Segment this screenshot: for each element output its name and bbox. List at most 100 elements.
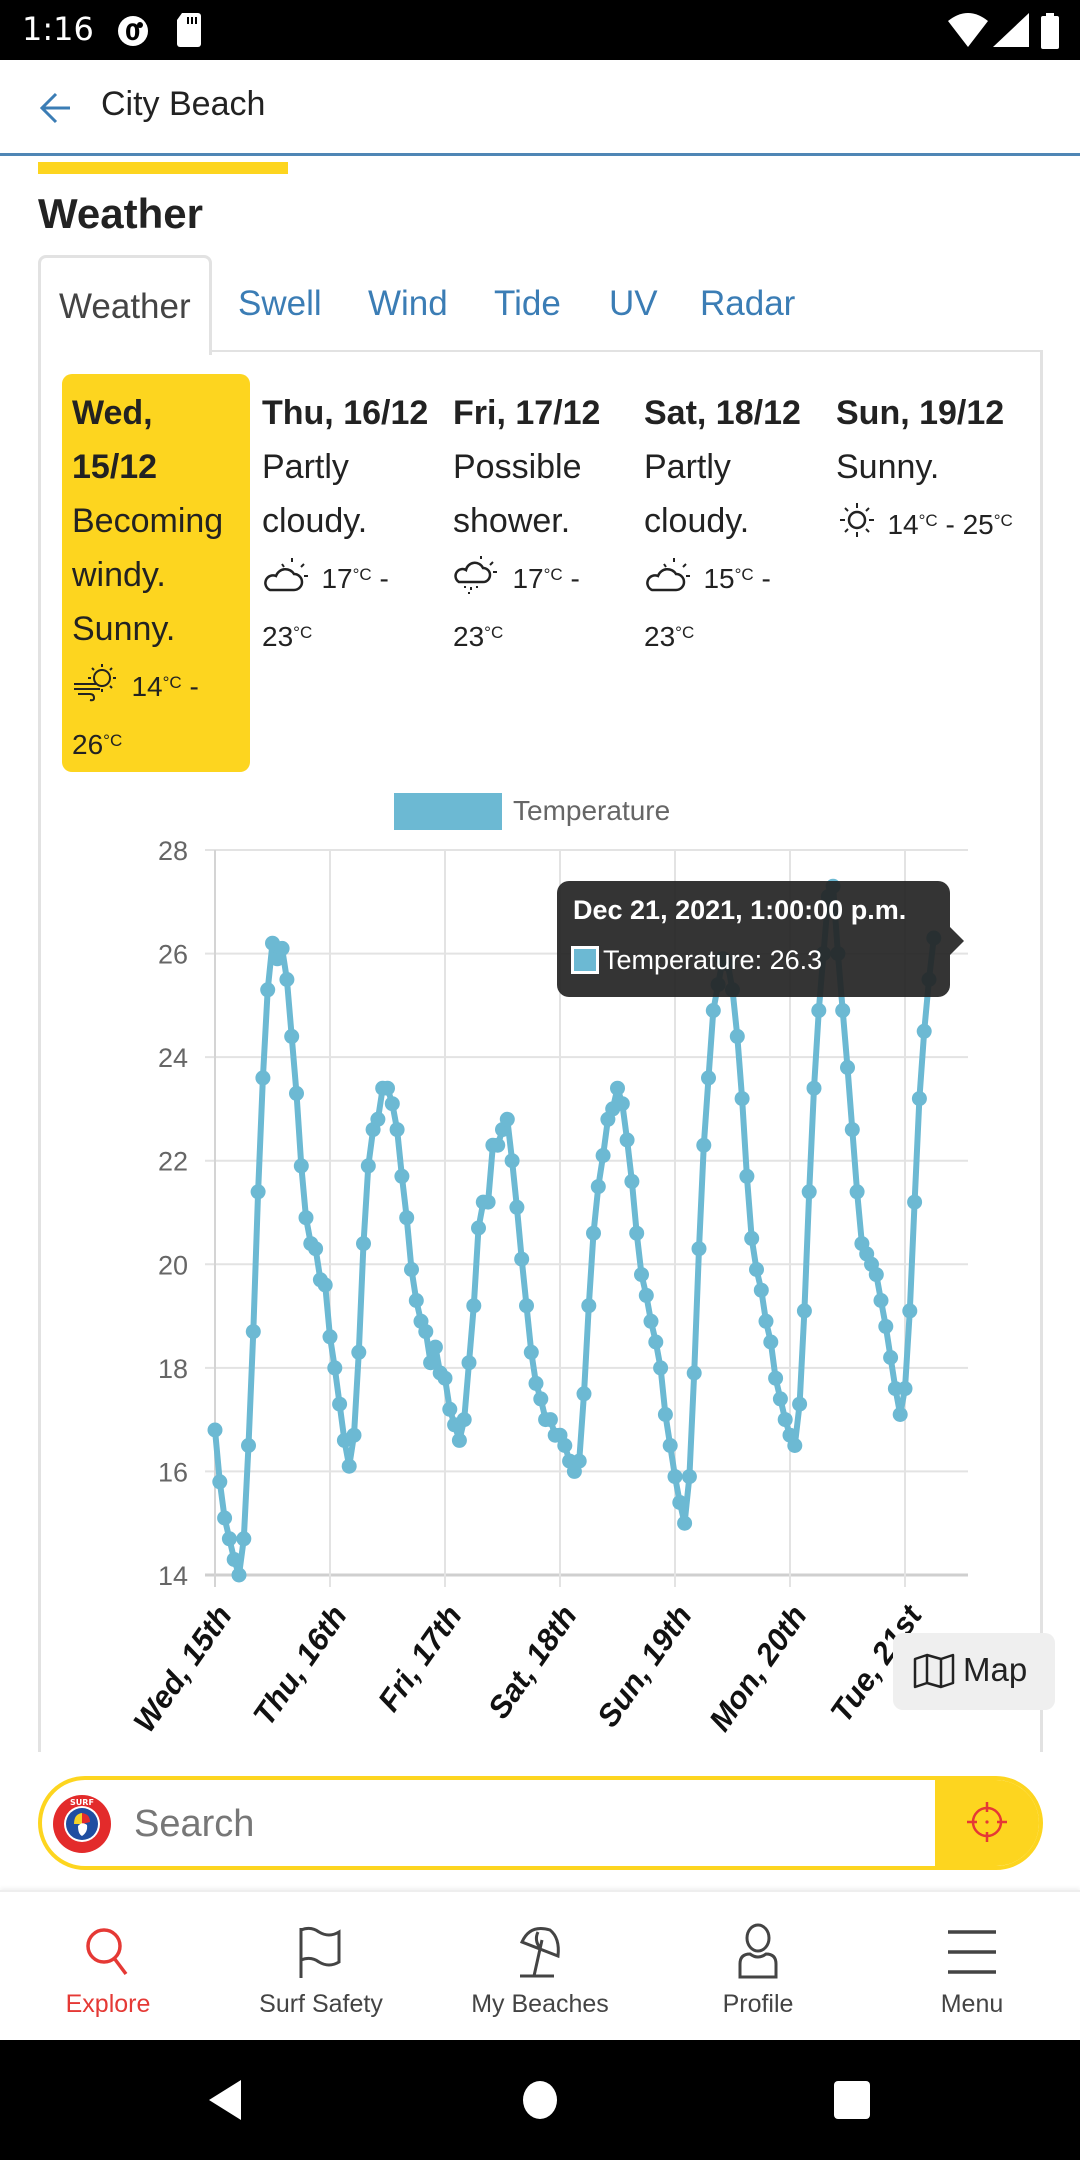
data-point [341,1458,357,1474]
data-point [356,1236,371,1252]
data-point [317,1277,333,1293]
temp-unit: °C [352,565,372,584]
data-point [883,1350,899,1365]
nav-explore[interactable]: Explore [0,1892,216,2042]
forecast-day-card[interactable]: Sun, 19/12 Sunny. 14°C - 25°C [826,374,1026,564]
nav-profile[interactable]: Profile [650,1892,866,2042]
sync-icon: 0 [118,16,148,46]
wifi-icon [948,13,988,47]
chart-tooltip: Dec 21, 2021, 1:00:00 p.m. Temperature: … [557,881,964,997]
forecast-date: Fri, 17/12 [453,394,601,432]
temp-separator: - [937,509,963,540]
forecast-max-temp: 23 [262,621,294,652]
x-tick-label: Sat, 18th [481,1599,584,1725]
tooltip-body: Temperature: 26.3 [571,945,822,976]
data-point [835,1003,851,1018]
map-button-label: Map [963,1651,1028,1688]
data-point [844,1122,860,1138]
data-point [226,1552,242,1567]
data-point [768,1370,784,1386]
data-point [892,1407,908,1422]
tab-radar[interactable]: Radar [700,255,795,352]
data-point [792,1396,808,1412]
bottom-nav: Explore Surf Safety My Beaches Profile M… [0,1890,1080,2040]
data-point [260,982,276,998]
tooltip-title: Dec 21, 2021, 1:00:00 p.m. [573,895,907,925]
sun-icon [840,503,874,537]
locate-button[interactable] [935,1780,1039,1866]
data-point [696,1137,712,1153]
data-point [629,1225,645,1241]
y-tick-label: 26 [158,940,188,970]
data-point [284,1028,300,1044]
temp-unit: °C [918,511,938,530]
data-point [231,1567,247,1583]
search-input[interactable] [134,1794,954,1854]
forecast-date: Sat, 18/12 [644,394,801,432]
temp-unit: °C [543,565,563,584]
y-axis: 14 16 18 20 22 24 26 28 [158,836,188,1591]
nav-label: Surf Safety [259,1990,383,2018]
forecast-summary: Becoming windy. Sunny. [72,502,224,648]
map-button[interactable]: Map [893,1633,1055,1710]
x-tick-label: Wed, 15th [126,1599,238,1739]
temp-unit: °C [293,623,313,642]
system-navigation-bar [0,2040,1080,2160]
y-tick-label: 28 [158,836,188,866]
section-accent-bar [38,162,288,174]
data-point [734,1091,750,1107]
forecast-summary: Sunny. [836,448,940,486]
system-back-button[interactable] [205,2078,245,2122]
data-point [667,1469,683,1485]
data-point [456,1412,472,1428]
partly-cloudy-icon [646,558,690,592]
forecast-day-card[interactable]: Fri, 17/12 Possible shower. 17°C - 23°C [443,374,631,676]
data-point [801,1184,817,1200]
data-point [590,1179,606,1195]
app-bar: City Beach [0,60,1080,156]
data-point [686,1365,702,1381]
nav-menu[interactable]: Menu [864,1892,1080,2042]
y-tick-label: 20 [158,1250,188,1280]
flag-icon [299,1926,341,1978]
forecast-date: Sun, 19/12 [836,394,1005,432]
data-point [581,1298,597,1314]
data-point [461,1355,477,1371]
data-point [437,1370,453,1386]
nav-surf-safety[interactable]: Surf Safety [213,1892,429,2042]
data-point [643,1313,659,1329]
data-point [849,1184,865,1200]
forecast-day-card[interactable]: Wed, 15/12 Becoming windy. Sunny. 14°C -… [62,374,250,772]
forecast-day-card[interactable]: Sat, 18/12 Partly cloudy. 15°C - 23°C [634,374,834,676]
back-button[interactable] [30,84,78,132]
tab-swell[interactable]: Swell [238,255,322,352]
data-point [274,940,290,956]
forecast-min-temp: 14 [887,509,919,540]
data-point [902,1303,918,1319]
tab-uv[interactable]: UV [609,255,658,352]
y-tick-label: 18 [158,1354,188,1384]
tab-wind[interactable]: Wind [368,255,448,352]
forecast-date: Thu, 16/12 [262,394,429,432]
tab-weather[interactable]: Weather [38,255,212,355]
data-point [384,1096,400,1112]
data-point [308,1241,324,1257]
beach-umbrella-icon [519,1927,560,1978]
nav-label: Menu [940,1990,1004,2018]
nav-my-beaches[interactable]: My Beaches [432,1892,648,2042]
forecast-day-card[interactable]: Thu, 16/12 Partly cloudy. 17°C - 23°C [252,374,440,676]
data-point [705,1003,721,1018]
data-point [523,1344,539,1360]
data-point [691,1241,707,1257]
data-point [657,1407,673,1422]
x-tick-label: Thu, 16th [246,1599,354,1732]
data-point [480,1194,496,1210]
tab-tide[interactable]: Tide [494,255,561,352]
forecast-max-temp: 23 [453,621,485,652]
data-point [471,1220,486,1236]
system-recents-button[interactable] [833,2080,871,2120]
map-icon [913,1653,955,1689]
data-point [744,1230,760,1246]
data-point [427,1339,443,1355]
system-home-button[interactable] [522,2080,558,2120]
